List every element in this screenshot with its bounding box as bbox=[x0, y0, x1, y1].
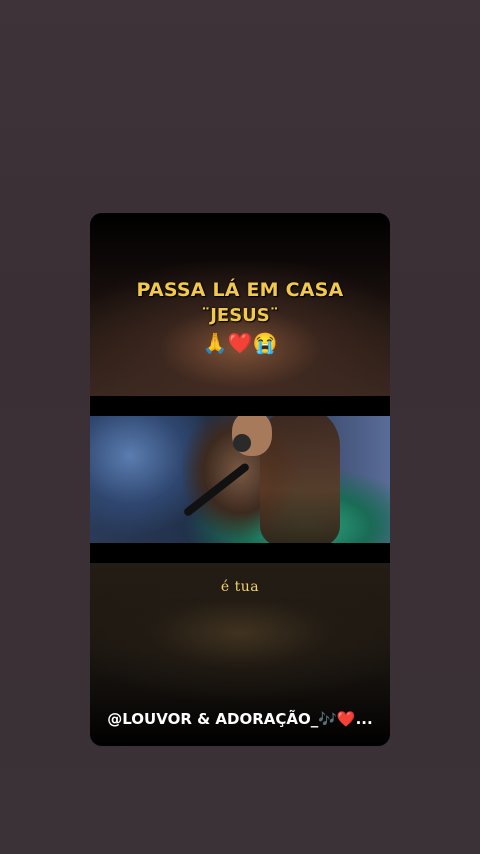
account-caption[interactable]: @LOUVOR & ADORAÇÃO_🎶❤️... bbox=[90, 710, 390, 728]
caption-text: @LOUVOR & ADORAÇÃO_🎶 bbox=[107, 710, 337, 728]
heart-icon: ❤️ bbox=[336, 710, 356, 728]
letterbox-bottom bbox=[90, 543, 390, 563]
microphone-icon bbox=[182, 461, 251, 518]
story-top-panel: PASSA LÁ EM CASA ¨JESUS¨ 🙏❤️😭 bbox=[90, 213, 390, 396]
singer-hair bbox=[260, 416, 340, 543]
story-bottom-panel: é tua @LOUVOR & ADORAÇÃO_🎶❤️... bbox=[90, 563, 390, 746]
story-title-line-1: PASSA LÁ EM CASA bbox=[136, 279, 344, 301]
microphone-head bbox=[233, 434, 251, 452]
lyric-subtitle: é tua bbox=[220, 579, 260, 595]
caption-ellipsis: ... bbox=[355, 710, 373, 728]
letterbox-top bbox=[90, 396, 390, 416]
emoji-row: 🙏❤️😭 bbox=[202, 333, 278, 355]
singer-video-frame[interactable] bbox=[90, 416, 390, 543]
story-card[interactable]: PASSA LÁ EM CASA ¨JESUS¨ 🙏❤️😭 é tua @LOU… bbox=[90, 213, 390, 746]
story-title-line-2: ¨JESUS¨ bbox=[201, 305, 279, 326]
